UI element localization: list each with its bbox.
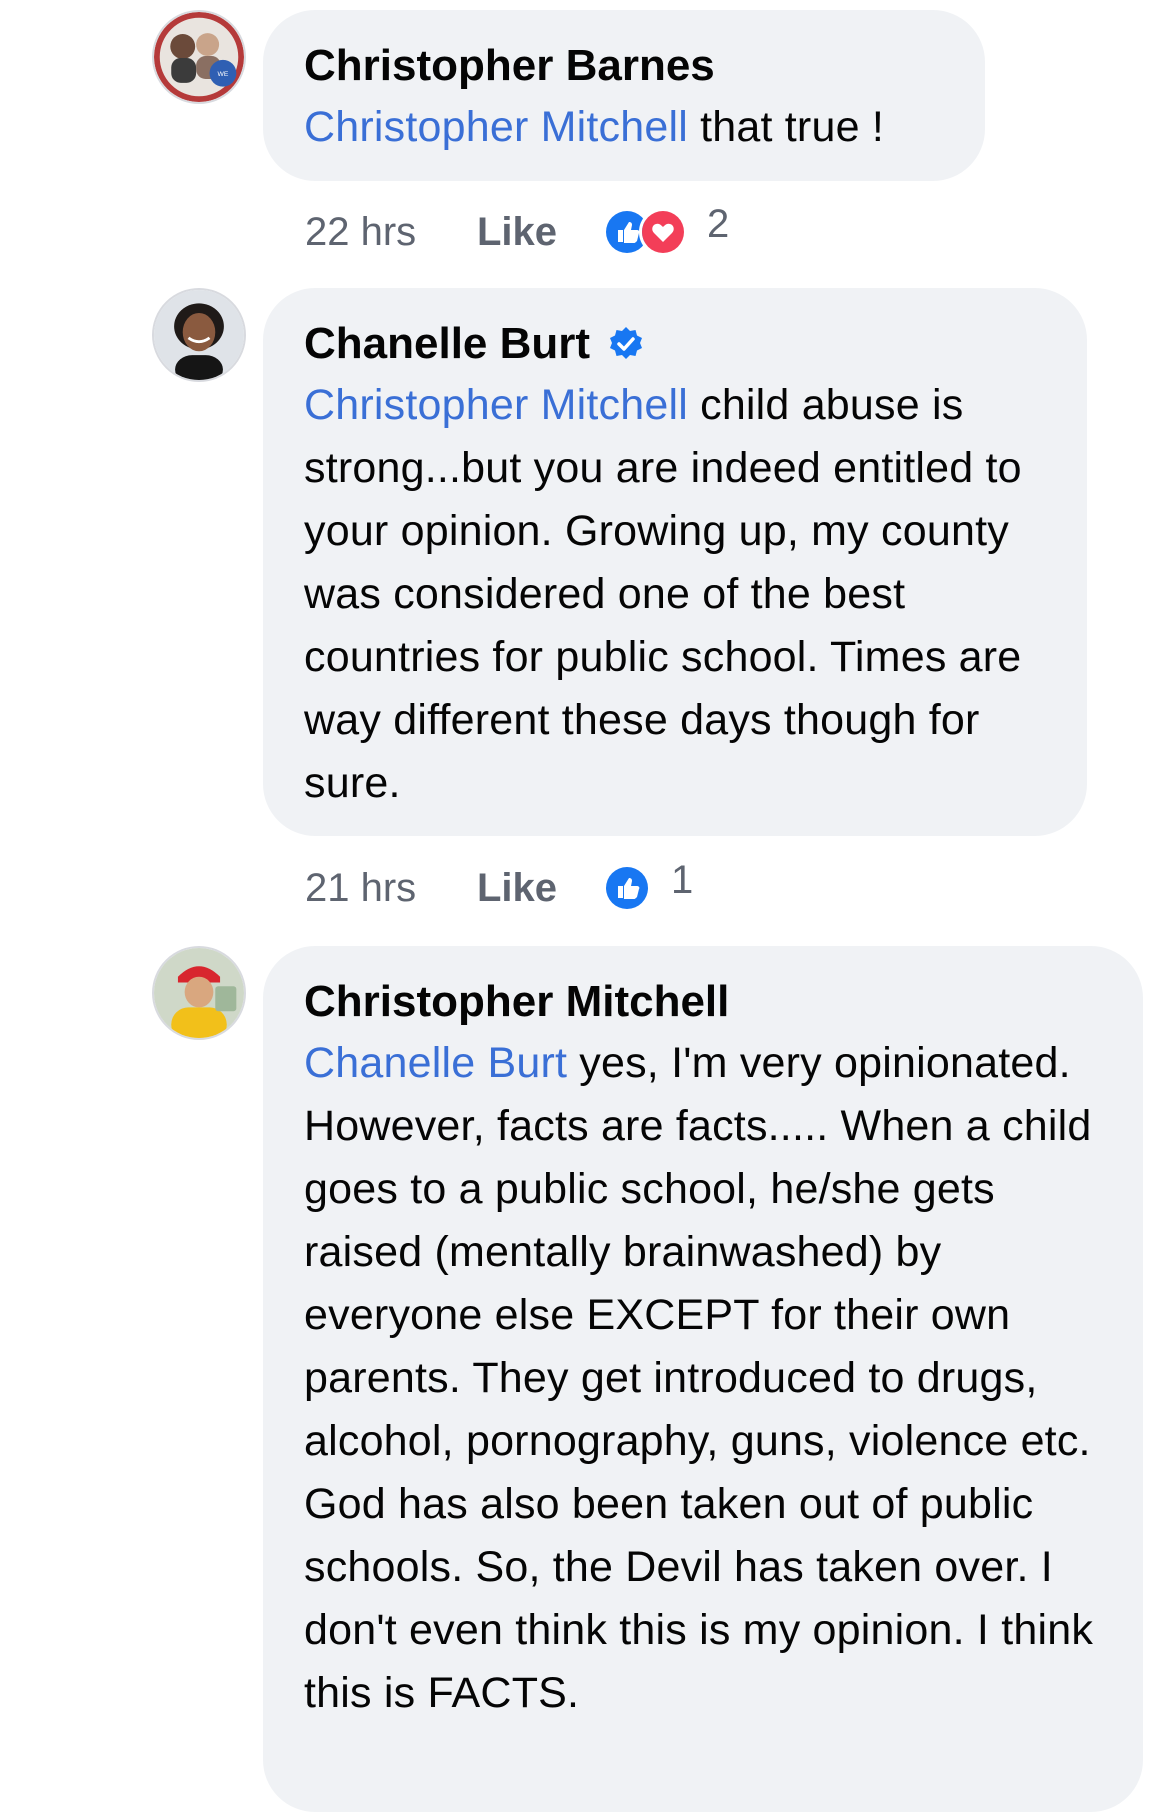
comment-author[interactable]: Chanelle Burt	[304, 314, 1047, 374]
comment-text: Chanelle Burt yes, I'm very opinionated.…	[304, 1032, 1103, 1725]
avatar-christopher-mitchell[interactable]	[152, 946, 246, 1040]
comment-author-name[interactable]: Chanelle Burt	[304, 314, 590, 374]
comment-body: child abuse is strong...but you are inde…	[304, 381, 1022, 807]
comment-meta: 22 hrs Like 2	[305, 202, 729, 262]
avatar-chanelle-burt[interactable]	[152, 288, 246, 382]
like-button[interactable]: Like	[477, 866, 603, 911]
verified-badge-icon	[608, 326, 644, 362]
comment-body: that true !	[687, 103, 884, 151]
comment-meta: 21 hrs Like 1	[305, 858, 693, 918]
mention-link[interactable]: Chanelle Burt	[304, 1039, 567, 1087]
reaction-count: 2	[707, 201, 730, 246]
like-button[interactable]: Like	[477, 210, 603, 255]
comment-author[interactable]: Christopher Barnes	[304, 36, 945, 96]
mention-link[interactable]: Christopher Mitchell	[304, 103, 688, 151]
mention-link[interactable]: Christopher Mitchell	[304, 381, 688, 429]
thumbs-up-reaction-icon	[603, 864, 651, 912]
comment-author-name[interactable]: Christopher Barnes	[304, 36, 715, 96]
reaction-count: 1	[671, 857, 694, 902]
comment-bubble: Christopher Mitchell Chanelle Burt yes, …	[263, 946, 1143, 1812]
comment-timestamp[interactable]: 22 hrs	[305, 210, 477, 255]
comment-timestamp[interactable]: 21 hrs	[305, 866, 477, 911]
comment-body: yes, I'm very opinionated. However, fact…	[304, 1039, 1094, 1717]
heart-reaction-icon	[639, 208, 687, 256]
comment-text: Christopher Mitchell that true !	[304, 96, 945, 159]
comment-bubble: Christopher Barnes Christopher Mitchell …	[263, 10, 985, 181]
svg-text:WE: WE	[218, 71, 229, 78]
comment-author[interactable]: Christopher Mitchell	[304, 972, 1103, 1032]
comment-text: Christopher Mitchell child abuse is stro…	[304, 374, 1047, 815]
reactions-summary[interactable]: 1	[603, 858, 693, 912]
comment-bubble: Chanelle Burt Christopher Mitchell child…	[263, 288, 1087, 836]
avatar-christopher-barnes[interactable]: WE	[152, 10, 246, 104]
reactions-summary[interactable]: 2	[603, 202, 729, 256]
comment-author-name[interactable]: Christopher Mitchell	[304, 972, 729, 1032]
